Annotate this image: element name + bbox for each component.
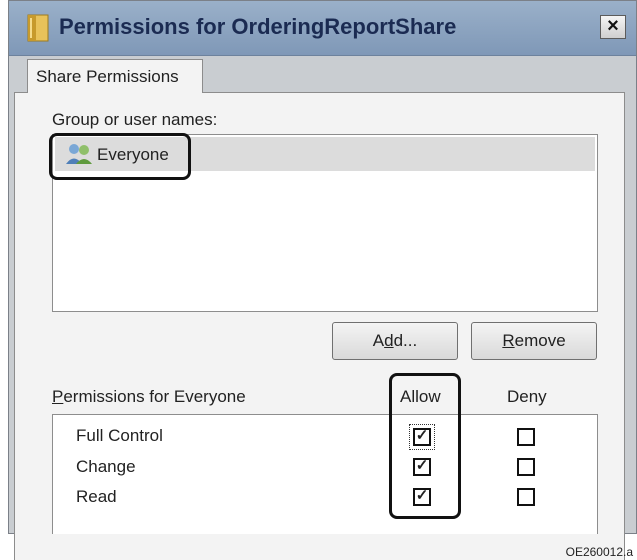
folder-icon: [27, 14, 49, 42]
deny-full-control-checkbox[interactable]: [517, 428, 535, 446]
deny-read-checkbox[interactable]: [517, 488, 535, 506]
remove-label-accel: R: [502, 331, 515, 350]
remove-label-end: emove: [514, 331, 566, 350]
permission-name-read: Read: [76, 487, 117, 506]
close-button[interactable]: ×: [600, 15, 626, 39]
add-label-accel: d: [384, 331, 394, 350]
title-bar[interactable]: Permissions for OrderingReportShare ×: [9, 1, 636, 56]
window-title: Permissions for OrderingReportShare: [59, 14, 457, 39]
add-button[interactable]: Add...: [332, 322, 458, 360]
deny-column-header: Deny: [507, 387, 547, 406]
figure-code: OE260012.a: [565, 545, 633, 559]
permissions-label-accel: P: [52, 387, 64, 406]
permissions-label-rest: ermissions for Everyone: [63, 387, 246, 406]
permission-name-full-control: Full Control: [76, 426, 163, 445]
permission-name-change: Change: [76, 457, 136, 476]
allow-column-highlight: [389, 373, 461, 519]
group-names-label: Group or user names:: [52, 110, 218, 129]
everyone-highlight: [49, 133, 191, 180]
remove-button[interactable]: Remove: [471, 322, 597, 360]
permissions-for-label: Permissions for Everyone: [52, 387, 246, 407]
add-label-start: A: [372, 331, 385, 350]
tab-share-permissions[interactable]: Share Permissions: [27, 59, 203, 93]
deny-change-checkbox[interactable]: [517, 458, 535, 476]
add-label-end: d...: [393, 331, 418, 350]
